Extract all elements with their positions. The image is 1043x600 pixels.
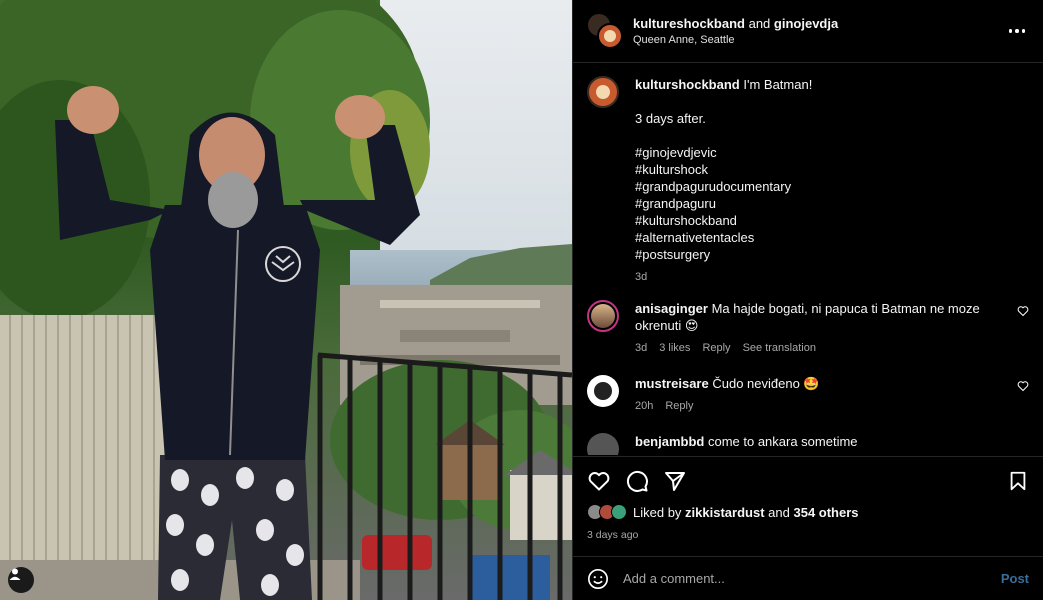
- caption-username[interactable]: kulturshockband: [635, 77, 740, 92]
- comment-time[interactable]: 3d: [635, 340, 647, 357]
- comment-avatar[interactable]: [587, 433, 619, 455]
- comment-username[interactable]: anisaginger: [635, 301, 708, 316]
- heart-icon[interactable]: [1017, 380, 1029, 392]
- likes-summary[interactable]: Liked by zikkistardust and 354 others: [587, 504, 1029, 520]
- post-comment-button[interactable]: Post: [1001, 571, 1029, 586]
- hashtag[interactable]: #grandpaguru: [635, 195, 1003, 212]
- header-and: and: [748, 16, 771, 31]
- post-image: [0, 0, 572, 600]
- comment-avatar[interactable]: [587, 375, 619, 407]
- caption-meta: 3d: [635, 269, 1003, 286]
- bookmark-icon[interactable]: [1007, 470, 1029, 492]
- likers-avatars: [587, 504, 627, 520]
- author-avatars[interactable]: [587, 13, 623, 49]
- likes-prefix: Liked by: [633, 504, 682, 520]
- coauthor-username[interactable]: ginojevdja: [774, 16, 838, 31]
- action-bar: [573, 456, 1043, 504]
- comment-item: benjambbd come to ankara sometime: [587, 433, 1029, 455]
- others-count[interactable]: 354 others: [793, 505, 858, 520]
- share-icon[interactable]: [663, 469, 687, 493]
- comment-username[interactable]: mustreisare: [635, 376, 709, 391]
- post-caption: kulturshockband I'm Batman! 3 days after…: [587, 76, 1029, 286]
- author-username[interactable]: kultureshockband: [633, 16, 745, 31]
- add-comment-bar: Add a comment... Post: [573, 556, 1043, 600]
- comment-item: mustreisare Čudo neviđeno 🤩 20h Reply: [587, 375, 1029, 415]
- post-timestamp[interactable]: 3 days ago: [587, 529, 638, 541]
- more-options-icon[interactable]: [1005, 29, 1029, 33]
- post-header: kultureshockband and ginojevdja Queen An…: [573, 0, 1043, 63]
- reply-button[interactable]: Reply: [665, 398, 693, 415]
- comments-list[interactable]: kulturshockband I'm Batman! 3 days after…: [573, 64, 1043, 455]
- hashtag[interactable]: #kulturshock: [635, 161, 1003, 178]
- emoji-icon[interactable]: [587, 568, 609, 590]
- caption-avatar[interactable]: [587, 76, 619, 108]
- likes-and: and: [768, 504, 790, 520]
- comment-likes[interactable]: 3 likes: [659, 340, 690, 357]
- reply-button[interactable]: Reply: [702, 340, 730, 357]
- post-photo[interactable]: [0, 0, 572, 600]
- caption-text-second: 3 days after.: [635, 111, 706, 126]
- liker-username[interactable]: zikkistardust: [685, 505, 764, 520]
- comment-text: come to ankara sometime: [707, 434, 858, 449]
- comment-username[interactable]: benjambbd: [635, 434, 704, 449]
- caption-time[interactable]: 3d: [635, 269, 647, 286]
- location-link[interactable]: Queen Anne, Seattle: [633, 34, 1005, 46]
- user-tag-button[interactable]: [8, 567, 34, 593]
- author-avatar[interactable]: [597, 23, 623, 49]
- user-tag-icon: [9, 568, 21, 580]
- hashtag[interactable]: #postsurgery: [635, 246, 1003, 263]
- hashtag[interactable]: #grandpagurudocumentary: [635, 178, 1003, 195]
- caption-text-first: I'm Batman!: [743, 77, 813, 92]
- see-translation-button[interactable]: See translation: [743, 340, 816, 357]
- hashtag[interactable]: #alternativetentacles: [635, 229, 1003, 246]
- comment-avatar[interactable]: [587, 300, 619, 332]
- heart-icon[interactable]: [1017, 305, 1029, 317]
- hashtag[interactable]: #ginojevdjevic: [635, 144, 1003, 161]
- heart-icon[interactable]: [587, 469, 611, 493]
- post-detail-panel: kultureshockband and ginojevdja Queen An…: [572, 0, 1043, 600]
- comment-item: anisaginger Ma hajde bogati, ni papuca t…: [587, 300, 1029, 357]
- comment-text: Čudo neviđeno 🤩: [712, 376, 820, 391]
- comment-icon[interactable]: [625, 469, 649, 493]
- comment-input[interactable]: Add a comment...: [623, 571, 1001, 586]
- comment-time[interactable]: 20h: [635, 398, 653, 415]
- hashtag[interactable]: #kulturshockband: [635, 212, 1003, 229]
